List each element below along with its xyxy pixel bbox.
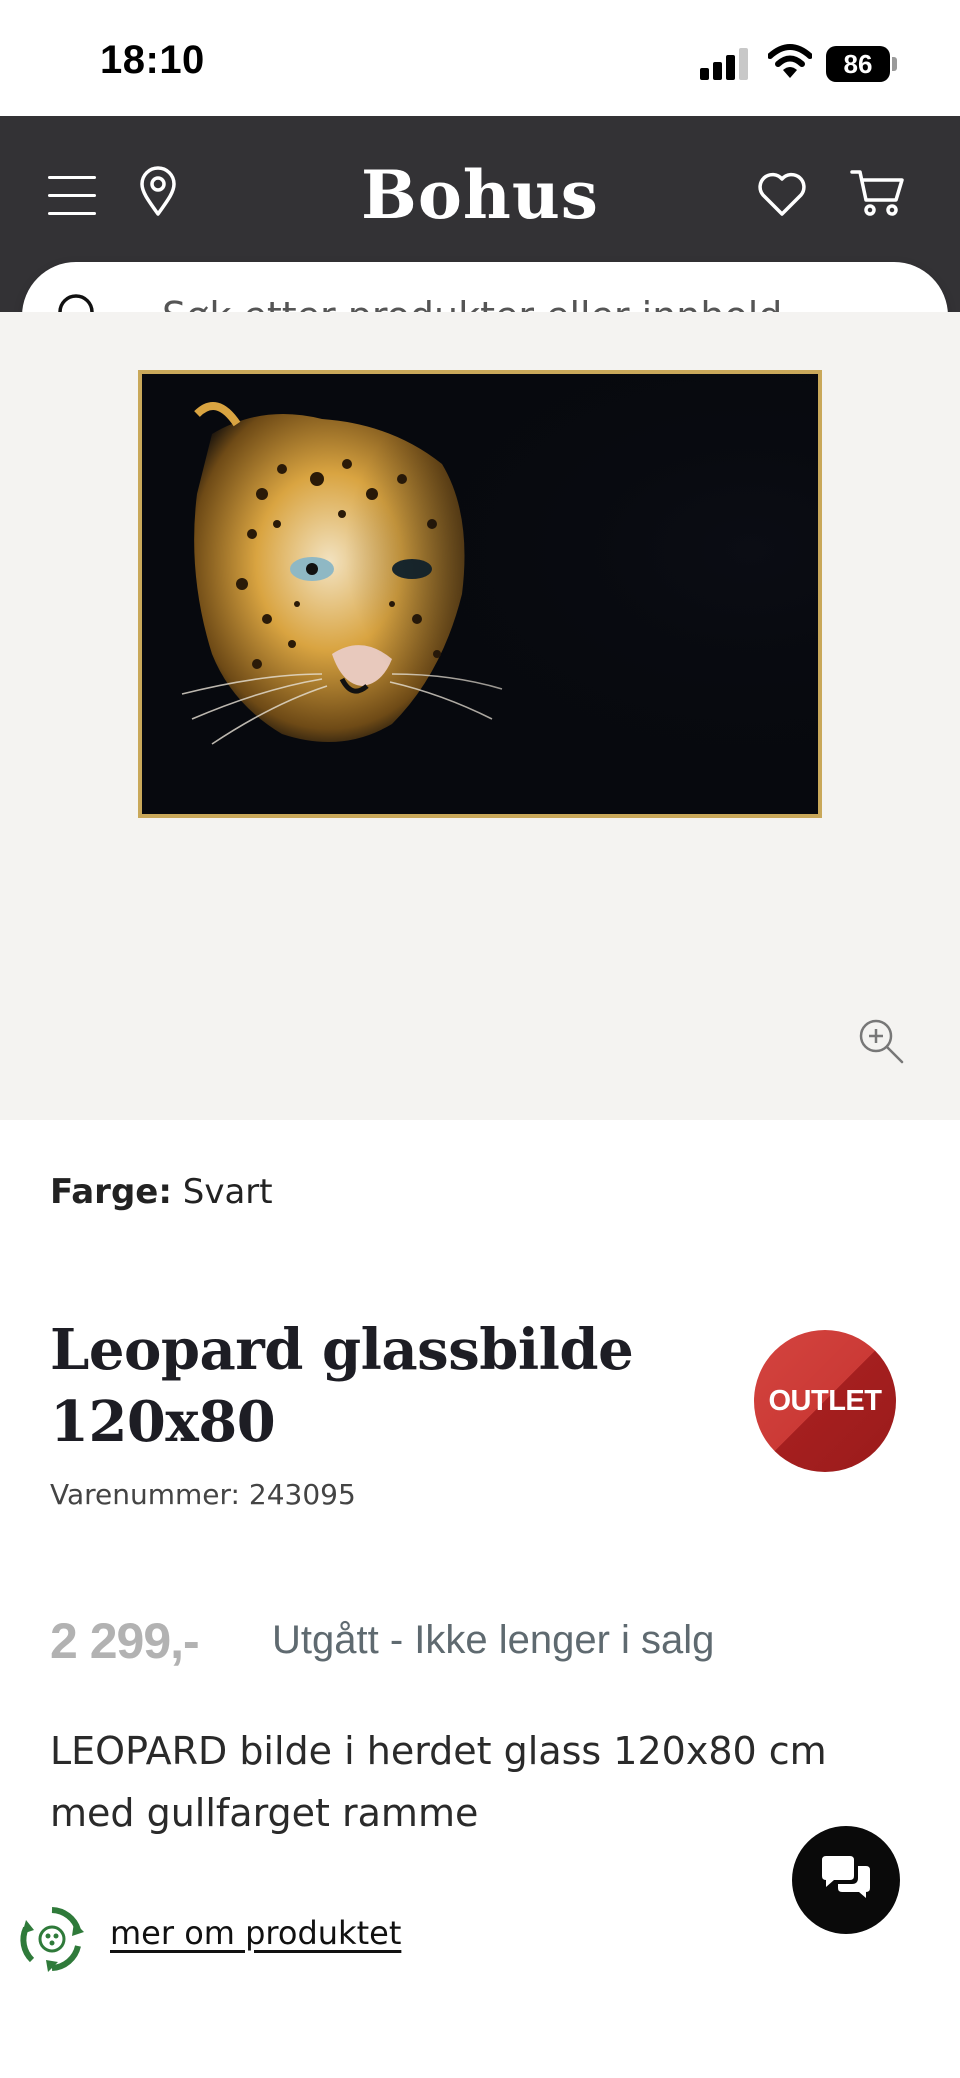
product-description: LEOPARD bilde i herdet glass 120x80 cm m… <box>50 1729 827 1835</box>
stock-status: Utgått - Ikke lenger i salg <box>272 1618 715 1662</box>
zoom-in-icon[interactable] <box>856 1016 906 1066</box>
recycle-icon <box>20 1907 84 1972</box>
status-bar: 18:10 86 <box>0 0 960 116</box>
wifi-icon <box>768 44 812 78</box>
status-time: 18:10 <box>100 38 205 82</box>
product-sku: Varenummer: 243095 <box>50 1478 356 1511</box>
battery-icon: 86 <box>826 46 897 82</box>
product-price: 2 299,- <box>50 1613 200 1669</box>
color-selection: Farge: Svart <box>50 1172 273 1212</box>
bohus-logo[interactable]: Bohus <box>0 156 960 234</box>
cart-icon[interactable] <box>850 164 906 220</box>
chat-button[interactable] <box>792 1826 900 1934</box>
heart-icon[interactable] <box>754 166 810 222</box>
product-title: Leopard glassbilde 120x80 <box>50 1317 634 1455</box>
product-gallery <box>0 312 960 1120</box>
product-image[interactable] <box>138 370 822 818</box>
leopard-picture <box>142 374 818 814</box>
color-value: Svart <box>182 1172 273 1212</box>
color-label: Farge: <box>50 1172 172 1212</box>
more-about-product-link[interactable]: mer om produktet <box>110 1914 401 1952</box>
outlet-badge: OUTLET <box>754 1330 896 1472</box>
chat-bubbles-icon <box>822 1856 870 1898</box>
signal-icon <box>700 48 750 80</box>
battery-level: 86 <box>826 46 890 82</box>
